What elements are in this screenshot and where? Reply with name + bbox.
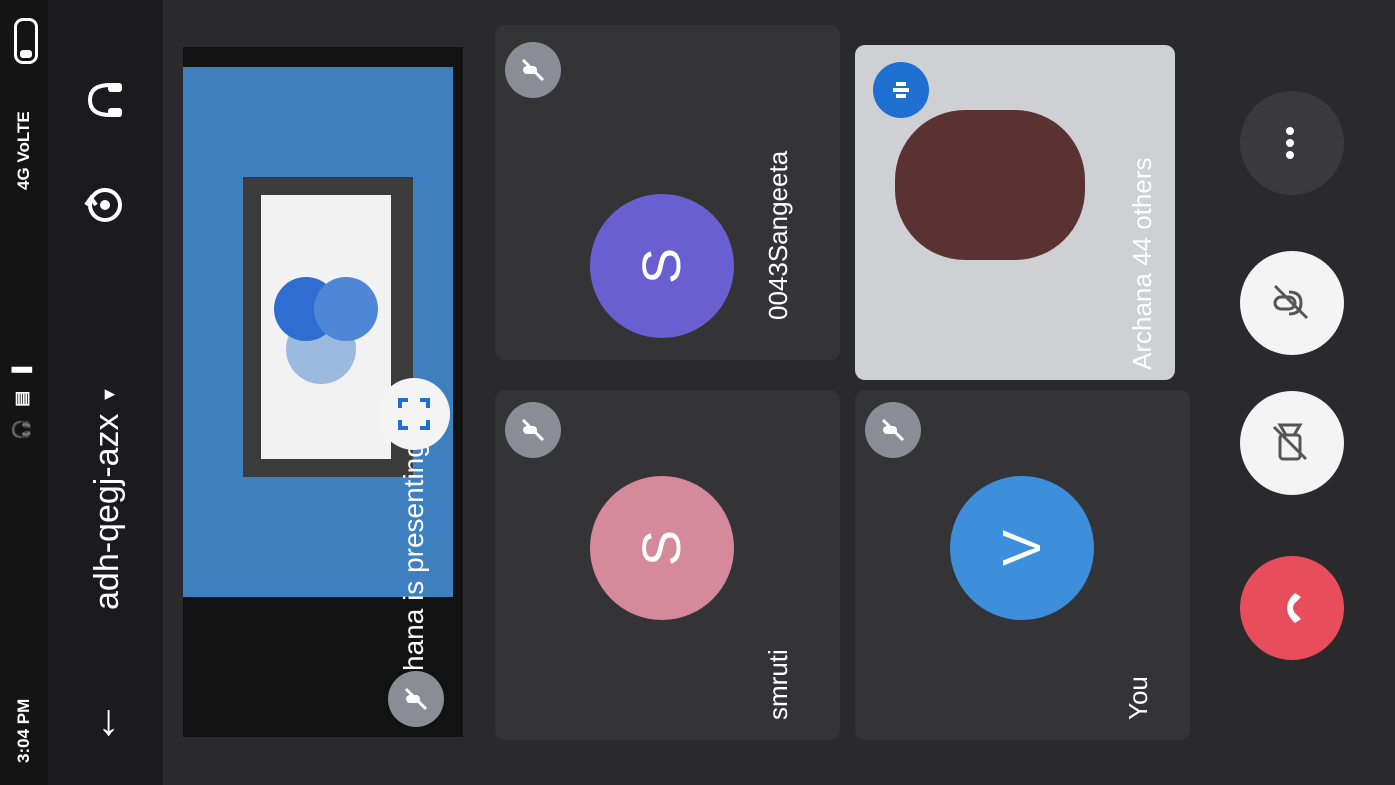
avatar-initial: S — [632, 247, 692, 285]
mic-off-badge-icon — [388, 671, 444, 727]
mic-off-badge-icon — [505, 42, 561, 98]
avatar: S — [590, 194, 734, 338]
switch-camera-icon[interactable] — [70, 170, 140, 240]
slide-content — [261, 195, 391, 459]
avatar: V — [950, 476, 1094, 620]
phone-screen: 3:04 PM 🎧 ▤ ▐ 4G VoLTE ← adh-qegj-azx ▼ A… — [0, 0, 1395, 785]
mic-off-icon — [1267, 280, 1318, 326]
clock: 3:04 PM — [14, 698, 33, 763]
meeting-title[interactable]: adh-qegj-azx ▼ — [88, 386, 127, 610]
speaking-indicator-icon — [873, 62, 929, 118]
end-call-button[interactable] — [1240, 556, 1344, 660]
end-call-icon — [1267, 585, 1318, 631]
camera-toggle-button[interactable] — [1240, 391, 1344, 495]
battery-icon — [14, 18, 38, 64]
participant-tile[interactable]: S smruti — [495, 390, 840, 740]
meeting-header: ← adh-qegj-azx ▼ — [48, 0, 163, 785]
meeting-code: adh-qegj-azx — [88, 413, 126, 610]
status-bar: 3:04 PM 🎧 ▤ ▐ 4G VoLTE — [0, 0, 48, 785]
caret-down-icon: ▼ — [98, 385, 119, 404]
network-label: 4G VoLTE — [14, 111, 33, 190]
video-tile[interactable]: Archana 44 others — [855, 45, 1175, 380]
participant-tile[interactable]: S 0043Sangeeta — [495, 25, 840, 360]
mic-off-badge-icon — [865, 402, 921, 458]
avatar: S — [590, 476, 734, 620]
audio-output-icon[interactable] — [70, 65, 140, 135]
back-arrow-icon[interactable]: ← — [77, 701, 126, 745]
others-count: 44 others — [1127, 157, 1157, 266]
participant-name: 0043Sangeeta — [763, 150, 793, 320]
avatar-initial: S — [632, 529, 692, 567]
participant-name: You — [1123, 676, 1153, 720]
headset-status-icon: 🎧 — [12, 418, 31, 440]
mic-off-badge-icon — [505, 402, 561, 458]
more-options-button[interactable] — [1240, 91, 1344, 195]
more-icon — [1267, 120, 1318, 166]
video-name: Archana — [1127, 273, 1157, 370]
camera-off-icon — [1266, 419, 1319, 467]
video-participant-name: Archana 44 others — [1127, 158, 1158, 370]
mic-toggle-button[interactable] — [1240, 251, 1344, 355]
self-tile[interactable]: V You — [855, 390, 1190, 740]
participant-video — [895, 110, 1085, 260]
participant-name: smruti — [763, 649, 793, 720]
status-icons: 🎧 ▤ ▐ — [12, 367, 32, 440]
expand-presentation-icon[interactable] — [378, 378, 450, 450]
avatar-initial: V — [992, 529, 1052, 567]
signal-bars-icon: ▐ — [12, 366, 31, 379]
wifi-icon: ▤ — [12, 390, 31, 407]
